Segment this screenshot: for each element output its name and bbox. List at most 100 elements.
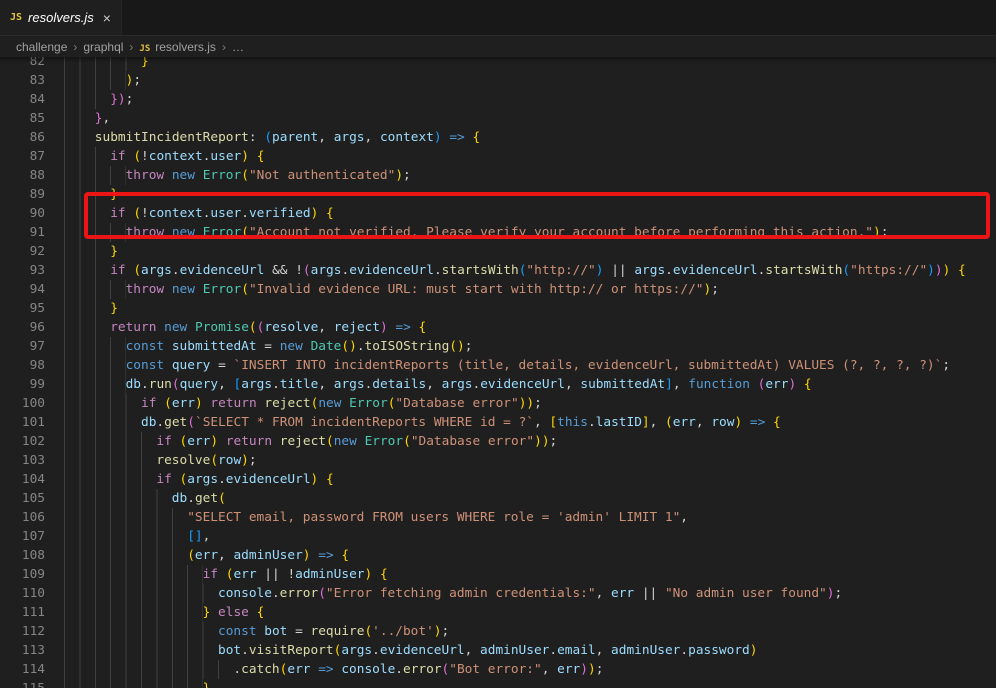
indent-guides bbox=[64, 261, 110, 280]
code-token: db bbox=[126, 375, 141, 394]
breadcrumb-item[interactable]: … bbox=[232, 40, 244, 54]
code-token: adminUser bbox=[295, 565, 364, 584]
code-token: ) bbox=[434, 128, 442, 147]
tab-resolvers-js[interactable]: JS resolvers.js × bbox=[0, 0, 122, 35]
code-line[interactable]: 92} bbox=[0, 242, 996, 261]
code-line[interactable]: 111} else { bbox=[0, 603, 996, 622]
code-token: new bbox=[164, 318, 187, 337]
code-token bbox=[742, 413, 750, 432]
code-token: err bbox=[765, 375, 788, 394]
code-token: { bbox=[341, 546, 349, 565]
code-line[interactable]: 103resolve(row); bbox=[0, 451, 996, 470]
code-line[interactable]: 105db.get( bbox=[0, 489, 996, 508]
code-token: if bbox=[110, 147, 125, 166]
line-number: 102 bbox=[0, 432, 45, 451]
code-line[interactable]: 114.catch(err => console.error("Bot erro… bbox=[0, 660, 996, 679]
code-token: args bbox=[442, 375, 473, 394]
close-tab-icon[interactable]: × bbox=[100, 9, 114, 27]
code-line[interactable]: 106"SELECT email, password FROM users WH… bbox=[0, 508, 996, 527]
code-token bbox=[164, 337, 172, 356]
code-line[interactable]: 90if (!context.user.verified) { bbox=[0, 204, 996, 223]
code-token: . bbox=[680, 641, 688, 660]
code-token bbox=[218, 565, 226, 584]
code-token bbox=[465, 128, 473, 147]
code-token: Error bbox=[365, 432, 404, 451]
line-content: throw new Error("Invalid evidence URL: m… bbox=[64, 280, 719, 299]
line-content: if (args.evidenceUrl) { bbox=[64, 470, 334, 489]
code-token: ! bbox=[287, 565, 295, 584]
code-token: const bbox=[126, 337, 165, 356]
line-number: 83 bbox=[0, 71, 45, 90]
code-token: throw bbox=[126, 280, 165, 299]
code-editor[interactable]: 82}83);84});85},86submitIncidentReport: … bbox=[0, 57, 996, 688]
code-line[interactable]: 112const bot = require('../bot'); bbox=[0, 622, 996, 641]
code-line[interactable]: 108(err, adminUser) => { bbox=[0, 546, 996, 565]
code-line[interactable]: 83); bbox=[0, 71, 996, 90]
code-token: get bbox=[195, 489, 218, 508]
code-token: "Not authenticated" bbox=[249, 166, 395, 185]
code-line[interactable]: 99db.run(query, [args.title, args.detail… bbox=[0, 375, 996, 394]
code-token: if bbox=[156, 432, 171, 451]
code-line[interactable]: 86submitIncidentReport: (parent, args, c… bbox=[0, 128, 996, 147]
code-line[interactable]: 96return new Promise((resolve, reject) =… bbox=[0, 318, 996, 337]
code-line[interactable]: 82} bbox=[0, 57, 996, 71]
code-token: . bbox=[156, 413, 164, 432]
code-token: ( bbox=[364, 622, 372, 641]
code-token: ( bbox=[388, 394, 396, 413]
code-line[interactable]: 89} bbox=[0, 185, 996, 204]
code-token: ( bbox=[180, 470, 188, 489]
code-token: { bbox=[773, 413, 781, 432]
code-line[interactable]: 107[], bbox=[0, 527, 996, 546]
line-number: 114 bbox=[0, 660, 45, 679]
code-line[interactable]: 87if (!context.user) { bbox=[0, 147, 996, 166]
code-line[interactable]: 102if (err) return reject(new Error("Dat… bbox=[0, 432, 996, 451]
code-line[interactable]: 88throw new Error("Not authenticated"); bbox=[0, 166, 996, 185]
code-token: ) bbox=[311, 204, 319, 223]
code-token: ; bbox=[881, 223, 889, 242]
code-line[interactable]: 95} bbox=[0, 299, 996, 318]
code-token: ; bbox=[942, 356, 950, 375]
code-token: , bbox=[680, 508, 688, 527]
code-line[interactable]: 97const submittedAt = new Date().toISOSt… bbox=[0, 337, 996, 356]
line-content: db.get( bbox=[64, 489, 226, 508]
line-content: return new Promise((resolve, reject) => … bbox=[64, 318, 426, 337]
code-line[interactable]: 100if (err) return reject(new Error("Dat… bbox=[0, 394, 996, 413]
code-token: submittedAt bbox=[580, 375, 665, 394]
code-line[interactable]: 109if (err || !adminUser) { bbox=[0, 565, 996, 584]
code-token: console bbox=[218, 584, 272, 603]
code-token: throw bbox=[126, 166, 165, 185]
code-token: , bbox=[218, 546, 233, 565]
line-content: if (err) return reject(new Error("Databa… bbox=[64, 394, 542, 413]
code-token: ) bbox=[935, 261, 943, 280]
code-token: ( bbox=[133, 204, 141, 223]
code-token: adminUser bbox=[611, 641, 680, 660]
code-token: , bbox=[565, 375, 580, 394]
code-token: . bbox=[665, 261, 673, 280]
code-line[interactable]: 93if (args.evidenceUrl && !(args.evidenc… bbox=[0, 261, 996, 280]
code-area[interactable]: 82}83);84});85},86submitIncidentReport: … bbox=[0, 57, 996, 688]
code-token: resolve bbox=[264, 318, 318, 337]
indent-guides bbox=[64, 584, 218, 603]
code-line[interactable]: 84}); bbox=[0, 90, 996, 109]
code-token bbox=[195, 223, 203, 242]
code-line[interactable]: 101db.get(`SELECT * FROM incidentReports… bbox=[0, 413, 996, 432]
code-line[interactable]: 115} bbox=[0, 679, 996, 688]
code-line[interactable]: 94throw new Error("Invalid evidence URL:… bbox=[0, 280, 996, 299]
code-line[interactable]: 110console.error("Error fetching admin c… bbox=[0, 584, 996, 603]
code-line[interactable]: 91throw new Error("Account not verified.… bbox=[0, 223, 996, 242]
code-token: ( bbox=[303, 261, 311, 280]
code-token: || bbox=[264, 565, 279, 584]
code-line[interactable]: 85}, bbox=[0, 109, 996, 128]
code-token: args bbox=[141, 261, 172, 280]
code-token: submittedAt bbox=[172, 337, 257, 356]
breadcrumb-item[interactable]: graphql bbox=[83, 40, 123, 54]
code-token: , bbox=[218, 375, 233, 394]
code-token: run bbox=[149, 375, 172, 394]
code-token: new bbox=[172, 166, 195, 185]
code-line[interactable]: 104if (args.evidenceUrl) { bbox=[0, 470, 996, 489]
code-line[interactable]: 113bot.visitReport(args.evidenceUrl, adm… bbox=[0, 641, 996, 660]
breadcrumb-item[interactable]: challenge bbox=[16, 40, 67, 54]
breadcrumb-item[interactable]: JSresolvers.js bbox=[139, 40, 216, 54]
line-content: } bbox=[64, 299, 118, 318]
code-line[interactable]: 98const query = `INSERT INTO incidentRep… bbox=[0, 356, 996, 375]
